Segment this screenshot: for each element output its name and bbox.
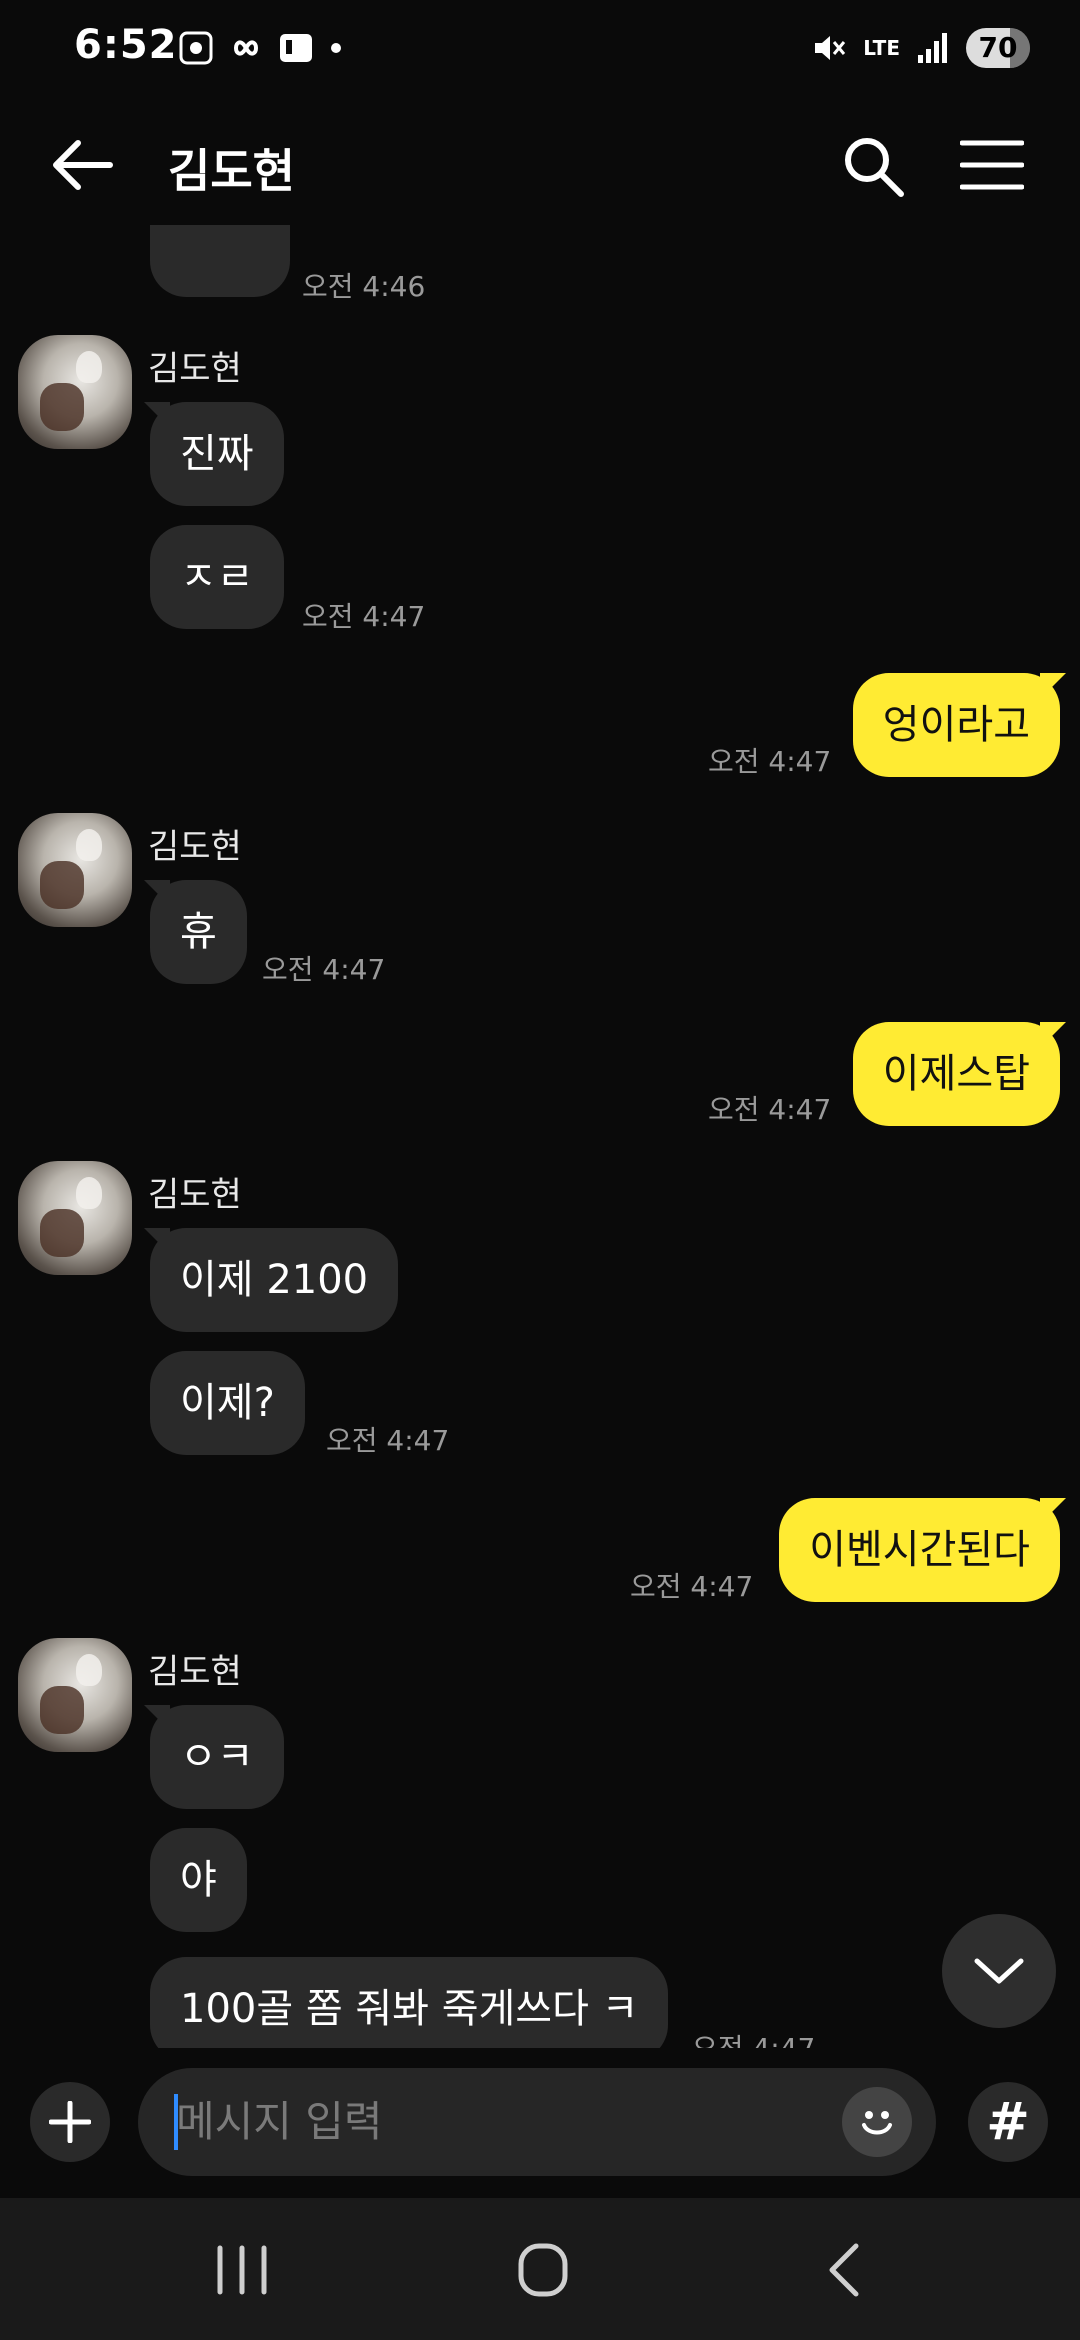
- message-time: 오전 4:47: [708, 1093, 832, 1126]
- my-message-bubble[interactable]: 이벤시간된다: [779, 1498, 1060, 1602]
- message-list[interactable]: 오전 4:46 김도현 진짜 ㅈㄹ 오전 4:47 오전 4:47 엉이라고 김…: [0, 225, 1080, 2048]
- home-button[interactable]: [503, 2238, 583, 2302]
- sender-name: 김도현: [148, 349, 242, 389]
- chevron-down-icon: [974, 1958, 1024, 1984]
- scroll-to-bottom-button[interactable]: [942, 1914, 1056, 2028]
- status-notification-icons: [178, 30, 346, 66]
- my-message-bubble[interactable]: 이제스탑: [852, 1022, 1060, 1126]
- hash-icon: #: [986, 2092, 1030, 2152]
- message-bubble[interactable]: 이제?: [150, 1351, 305, 1455]
- message-time: 오전 4:47: [708, 745, 832, 778]
- avatar[interactable]: [18, 813, 132, 927]
- chat-header: 김도현: [0, 105, 1080, 225]
- avatar[interactable]: [18, 1638, 132, 1752]
- status-right-icons: LTE 70: [811, 28, 1030, 68]
- arrow-left-icon: [53, 140, 113, 190]
- my-message-bubble[interactable]: 엉이라고: [852, 673, 1060, 777]
- message-bubble[interactable]: 야: [150, 1828, 247, 1932]
- text-cursor: [174, 2094, 178, 2150]
- message-time: 오전 4:47: [326, 1424, 450, 1457]
- message-time: 오전 4:47: [630, 1570, 754, 1603]
- sender-name: 김도현: [148, 1652, 242, 1692]
- sender-name: 김도현: [148, 827, 242, 867]
- message-input-bar: 메시지 입력 #: [0, 2048, 1080, 2198]
- message-bubble[interactable]: 100골 쫌 줘봐 죽게쓰다 ㅋ: [150, 1957, 669, 2048]
- emoji-button[interactable]: [842, 2087, 912, 2157]
- app-notification-icon: [280, 34, 312, 62]
- dot-icon: [331, 43, 341, 53]
- recent-apps-button[interactable]: [202, 2238, 282, 2302]
- signal-icon: [918, 33, 947, 63]
- message-time: 오전 4:47: [262, 953, 386, 986]
- hash-button[interactable]: #: [968, 2082, 1048, 2162]
- message-bubble[interactable]: 진짜: [150, 402, 284, 506]
- network-type: LTE: [863, 36, 900, 60]
- screenshot-icon: [179, 31, 213, 65]
- message-time: 오전 4:47: [302, 600, 426, 633]
- attach-button[interactable]: [30, 2082, 110, 2162]
- message-bubble[interactable]: ㅇㅋ: [150, 1705, 284, 1809]
- plus-icon: [49, 2101, 91, 2143]
- status-bar: 6:52 LTE 70: [0, 0, 1080, 105]
- hamburger-menu-icon: [959, 140, 1025, 190]
- nav-back-button[interactable]: [806, 2238, 886, 2302]
- message-bubble[interactable]: 휴: [150, 880, 247, 984]
- recent-apps-icon: [217, 2245, 267, 2295]
- system-nav-bar: [0, 2198, 1080, 2340]
- search-button[interactable]: [840, 133, 906, 199]
- message-input-placeholder: 메시지 입력: [176, 2097, 383, 2146]
- menu-button[interactable]: [959, 137, 1025, 193]
- avatar[interactable]: [18, 335, 132, 449]
- message-time: 오전 4:47: [692, 2027, 815, 2048]
- message-bubble[interactable]: ㅈㄹ: [150, 525, 284, 629]
- chat-title: 김도현: [168, 144, 295, 198]
- home-icon: [518, 2243, 568, 2297]
- search-icon: [845, 138, 904, 197]
- sender-name: 김도현: [148, 1175, 242, 1215]
- infinity-icon: [233, 40, 259, 56]
- message-input[interactable]: 메시지 입력: [138, 2068, 936, 2176]
- nav-back-icon: [829, 2243, 859, 2297]
- message-bubble-partial: [150, 225, 290, 297]
- message-time: 오전 4:46: [302, 270, 426, 303]
- back-button[interactable]: [48, 135, 118, 195]
- battery-indicator: 70: [966, 28, 1030, 68]
- status-time: 6:52: [74, 22, 178, 68]
- mute-icon: [815, 36, 846, 60]
- smiley-icon: [862, 2111, 892, 2135]
- message-bubble[interactable]: 이제 2100: [150, 1228, 399, 1332]
- avatar[interactable]: [18, 1161, 132, 1275]
